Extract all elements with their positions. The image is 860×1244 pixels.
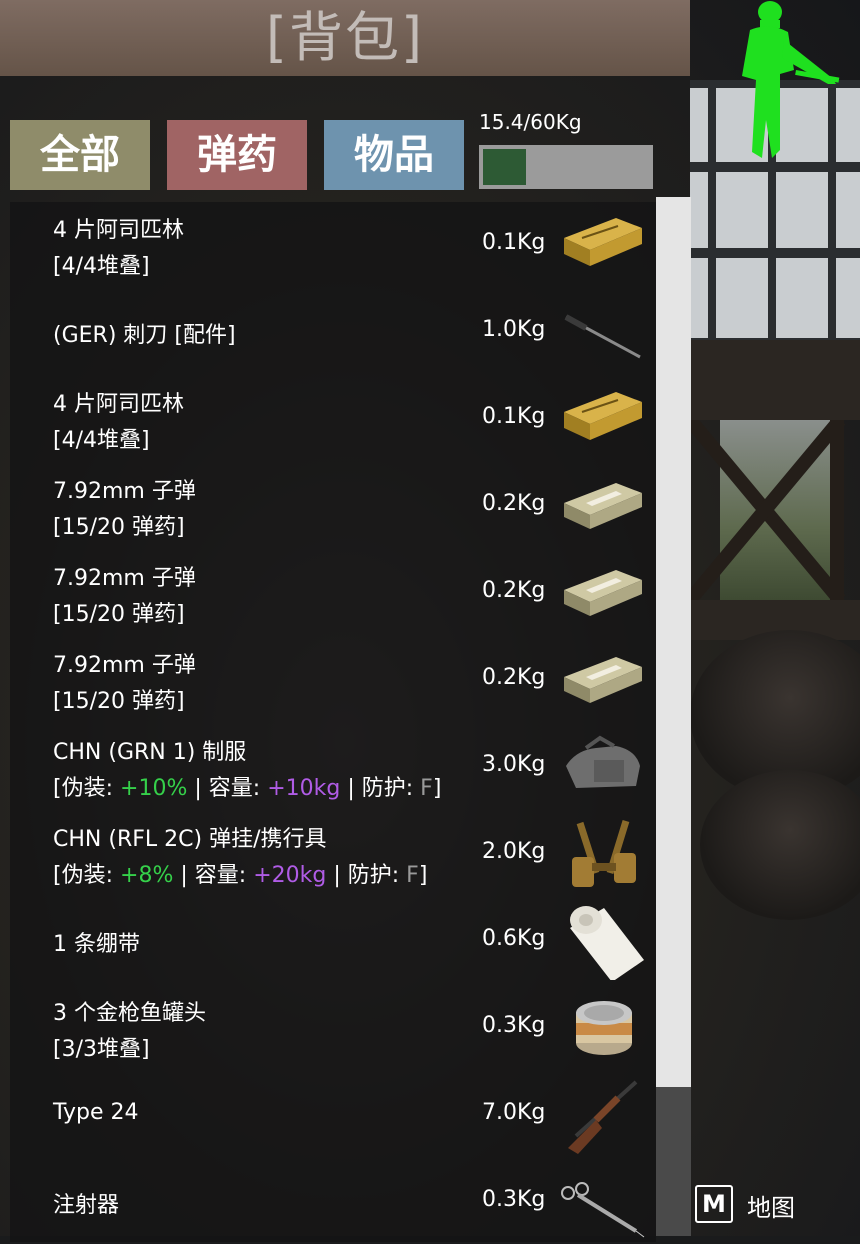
item-weight: 0.6Kg (482, 926, 546, 951)
item-weight: 0.1Kg (482, 404, 546, 429)
item-weight: 0.3Kg (482, 1187, 546, 1212)
item-weight: 2.0Kg (482, 839, 546, 864)
item-name: 7.92mm 子弹 (53, 479, 196, 504)
item-weight: 7.0Kg (482, 1100, 546, 1125)
tab-all[interactable]: 全部 (10, 120, 150, 190)
item-weight: 3.0Kg (482, 752, 546, 777)
soldier-status-icon (742, 1, 840, 159)
map-key-badge: M (695, 1185, 733, 1223)
item-stack: [3/3堆叠] (53, 1037, 150, 1062)
item-name: 1 条绷带 (53, 932, 140, 957)
ammo-box-icon (564, 483, 642, 529)
list-item[interactable]: 注射器 0.3Kg (10, 1157, 656, 1244)
inventory-header: [背包] (0, 0, 690, 76)
item-name: 7.92mm 子弹 (53, 653, 196, 678)
list-item[interactable]: Type 24 7.0Kg (10, 1070, 656, 1157)
item-weight: 0.2Kg (482, 665, 546, 690)
item-name: Type 24 (53, 1100, 139, 1125)
list-item[interactable]: 7.92mm 子弹 [15/20 弹药] 0.2Kg (10, 635, 656, 722)
weight-bar (479, 145, 653, 189)
item-name: 注射器 (53, 1193, 120, 1218)
item-stack: [15/20 弹药] (53, 689, 185, 714)
ammo-box-icon (564, 570, 642, 616)
list-item[interactable]: CHN (RFL 2C) 弹挂/携行具 [伪装: +8% | 容量: +20kg… (10, 809, 656, 896)
item-name: 4 片阿司匹林 (53, 392, 184, 417)
item-stack: [4/4堆叠] (53, 428, 150, 453)
list-item[interactable]: 4 片阿司匹林 [4/4堆叠] 0.1Kg (10, 200, 656, 287)
scrollbar-thumb[interactable] (656, 197, 691, 1087)
aspirin-box-icon (564, 392, 642, 440)
list-item[interactable]: (GER) 刺刀 [配件] 1.0Kg (10, 287, 656, 374)
item-name: (GER) 刺刀 [配件] (53, 323, 236, 348)
item-weight: 0.2Kg (482, 491, 546, 516)
item-name: CHN (GRN 1) 制服 (53, 740, 247, 765)
bayonet-icon (564, 314, 641, 359)
item-stack: [15/20 弹药] (53, 602, 185, 627)
item-name: 7.92mm 子弹 (53, 566, 196, 591)
tab-items[interactable]: 物品 (324, 120, 464, 190)
tab-ammo[interactable]: 弹药 (167, 120, 307, 190)
item-name: CHN (RFL 2C) 弹挂/携行具 (53, 827, 327, 852)
list-item[interactable]: CHN (GRN 1) 制服 [伪装: +10% | 容量: +10kg | 防… (10, 722, 656, 809)
bandage-icon (570, 906, 644, 980)
page-title: [背包] (265, 6, 425, 69)
uniform-icon (566, 735, 640, 788)
item-stack: [4/4堆叠] (53, 254, 150, 279)
item-stack: [15/20 弹药] (53, 515, 185, 540)
item-weight: 0.3Kg (482, 1013, 546, 1038)
item-weight: 1.0Kg (482, 317, 546, 342)
rifle-icon (568, 1080, 638, 1154)
weight-bar-fill (483, 149, 526, 185)
list-item[interactable]: 1 条绷带 0.6Kg (10, 896, 656, 983)
item-name: 4 片阿司匹林 (53, 218, 184, 243)
item-weight: 0.2Kg (482, 578, 546, 603)
item-weight: 0.1Kg (482, 230, 546, 255)
item-stats: [伪装: +8% | 容量: +20kg | 防护: F] (53, 863, 428, 888)
wooden-cross-brace (690, 420, 846, 610)
weight-readout: 15.4/60Kg (479, 110, 582, 134)
tuna-can-icon (576, 1001, 632, 1055)
map-hint-label: 地图 (747, 1194, 795, 1222)
ammo-box-icon (564, 657, 642, 703)
list-item[interactable]: 4 片阿司匹林 [4/4堆叠] 0.1Kg (10, 374, 656, 461)
item-stats: [伪装: +10% | 容量: +10kg | 防护: F] (53, 776, 442, 801)
item-name: 3 个金枪鱼罐头 (53, 1001, 206, 1026)
list-item[interactable]: 7.92mm 子弹 [15/20 弹药] 0.2Kg (10, 461, 656, 548)
webbing-icon (572, 819, 636, 887)
syringe-icon (561, 1182, 645, 1238)
list-item[interactable]: 3 个金枪鱼罐头 [3/3堆叠] 0.3Kg (10, 983, 656, 1070)
aspirin-box-icon (564, 218, 642, 266)
list-item[interactable]: 7.92mm 子弹 [15/20 弹药] 0.2Kg (10, 548, 656, 635)
